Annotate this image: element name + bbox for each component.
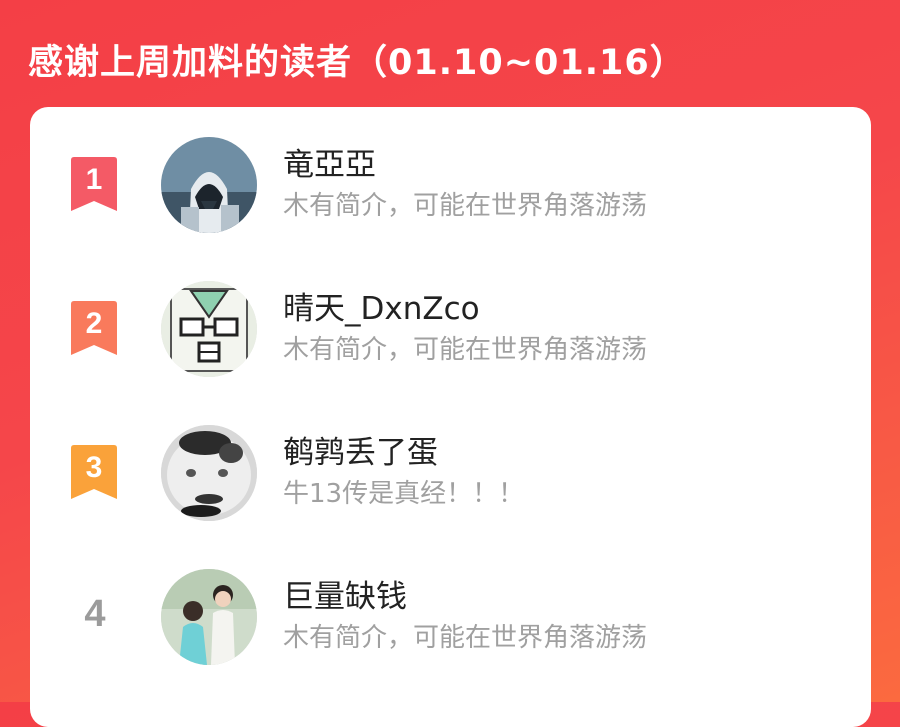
rank-number: 4 <box>84 593 106 635</box>
reader-name[interactable]: 竜亞亞 <box>283 139 376 184</box>
reader-bio: 木有简介，可能在世界角落游荡 <box>283 623 648 653</box>
reader-list-card: 1 竜亞亞 木有简介，可能在世界角落游荡 2 晴天_DxnZco 木有简介，可能… <box>30 107 871 727</box>
page-title: 感谢上周加料的读者（01.10~01.16） <box>28 43 686 83</box>
rank-badge-icon: 1 <box>69 157 119 213</box>
reader-row[interactable]: 4 巨量缺钱 木有简介，可能在世界角落游荡 <box>30 569 871 679</box>
rank-number: 2 <box>86 307 103 340</box>
rank-badge-icon: 2 <box>69 301 119 357</box>
reader-bio: 木有简介，可能在世界角落游荡 <box>283 191 648 221</box>
reader-row[interactable]: 3 鹌鹑丢了蛋 牛13传是真经！！！ <box>30 425 871 535</box>
reader-row[interactable]: 2 晴天_DxnZco 木有简介，可能在世界角落游荡 <box>30 281 871 391</box>
rank-badge-icon: 3 <box>69 445 119 501</box>
reader-name[interactable]: 鹌鹑丢了蛋 <box>283 427 438 472</box>
reader-row[interactable]: 1 竜亞亞 木有简介，可能在世界角落游荡 <box>30 137 871 247</box>
reader-name[interactable]: 巨量缺钱 <box>283 571 407 616</box>
rank-number: 1 <box>86 163 103 196</box>
reader-bio: 牛13传是真经！！！ <box>283 479 525 509</box>
reader-bio: 木有简介，可能在世界角落游荡 <box>283 335 648 365</box>
avatar[interactable] <box>161 425 257 521</box>
reader-name[interactable]: 晴天_DxnZco <box>283 283 480 328</box>
avatar[interactable] <box>161 569 257 665</box>
rank-number: 3 <box>86 451 103 484</box>
avatar[interactable] <box>161 137 257 233</box>
avatar[interactable] <box>161 281 257 377</box>
